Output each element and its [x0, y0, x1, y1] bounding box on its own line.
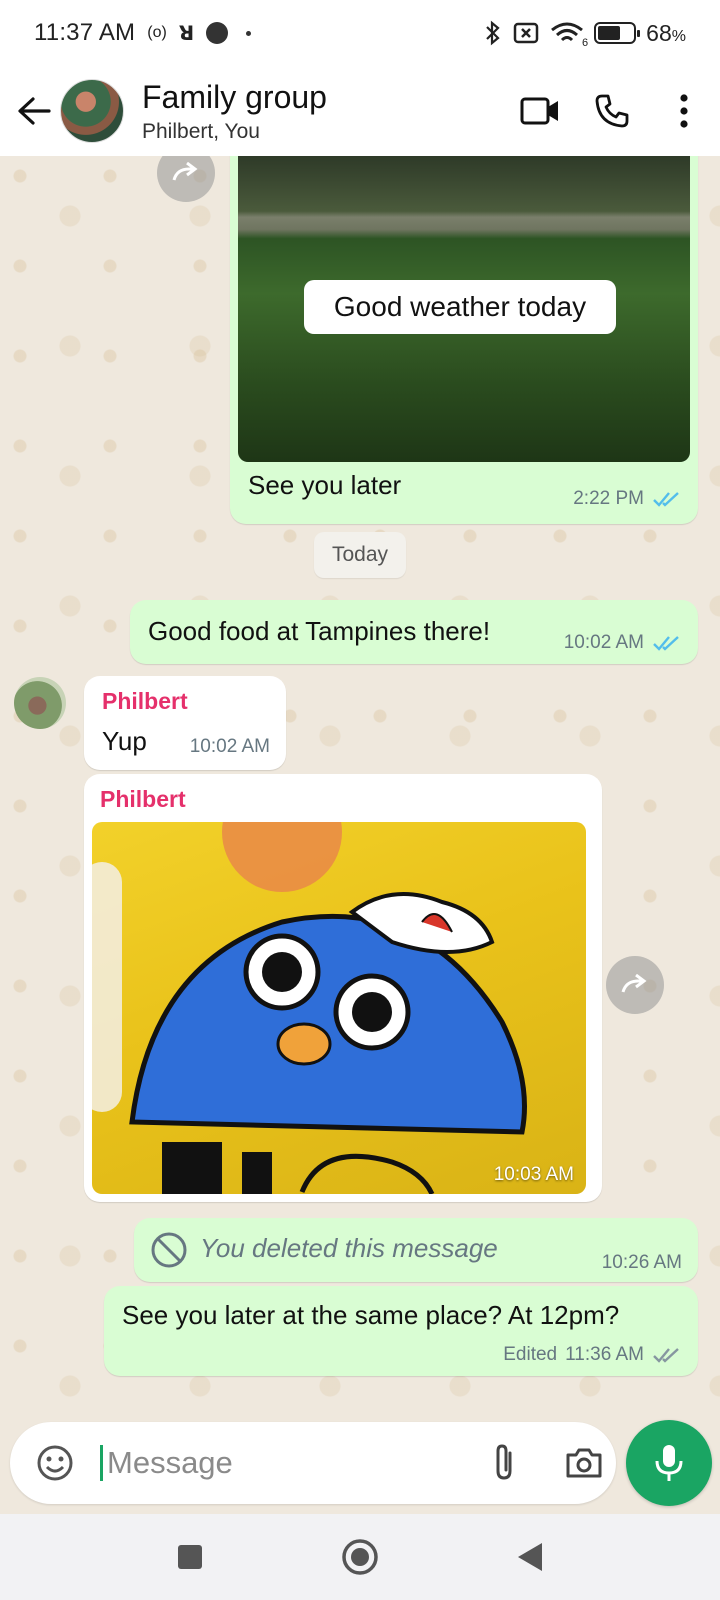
forward-icon [172, 162, 198, 181]
composer-bar [0, 1414, 720, 1514]
no-sim-icon [513, 22, 539, 44]
recents-button[interactable] [160, 1527, 220, 1587]
message-input-box[interactable] [10, 1422, 616, 1504]
battery-percent: 68% [646, 20, 686, 47]
more-vertical-icon [680, 94, 688, 128]
message-bubble-outgoing[interactable]: Good weather today See you later 2:22 PM [230, 156, 698, 524]
read-ticks-icon [653, 492, 679, 507]
back-arrow-icon [18, 97, 51, 125]
delivered-ticks-icon [653, 1348, 679, 1363]
chat-title: Family group [142, 78, 327, 115]
deleted-icon [151, 1232, 187, 1268]
record-dot-icon [206, 22, 229, 44]
group-avatar[interactable] [60, 79, 124, 143]
message-text: Good food at Tampines there! [148, 616, 491, 646]
video-call-button[interactable] [504, 75, 576, 147]
small-dot-icon [246, 30, 252, 36]
message-bubble-outgoing[interactable]: You deleted this message 10:26 AM [134, 1218, 698, 1282]
chat-title-block[interactable]: Family group Philbert, You [142, 79, 327, 144]
emoji-button[interactable] [30, 1438, 80, 1488]
message-bubble-outgoing[interactable]: See you later at the same place? At 12pm… [104, 1286, 698, 1376]
camera-button[interactable] [554, 1433, 614, 1493]
more-options-button[interactable] [648, 75, 720, 147]
phone-icon [595, 94, 629, 128]
cartoon-sticker-image [92, 822, 527, 1194]
wifi-label: 6 [582, 37, 589, 49]
message-time: 2:22 PM [573, 488, 644, 509]
message-meta: 2:22 PM [573, 488, 682, 510]
read-ticks-icon [653, 636, 679, 651]
chat-area[interactable]: Good weather today See you later 2:22 PM… [0, 156, 720, 1414]
sender-name: Philbert [100, 786, 186, 812]
edited-label: Edited [503, 1344, 558, 1365]
forward-icon [621, 974, 647, 993]
home-circle-icon [342, 1539, 378, 1575]
attach-icon [496, 1444, 512, 1480]
chat-subtitle: Philbert, You [142, 119, 260, 143]
system-nav-bar [0, 1514, 720, 1600]
status-bar: 11:37 AM (o) ꓤ 6 68% [0, 0, 720, 66]
home-button[interactable] [330, 1527, 390, 1587]
bluetooth-icon [486, 20, 500, 46]
back-nav-button[interactable] [500, 1527, 560, 1587]
recents-square-icon [178, 1545, 202, 1569]
message-time: 10:26 AM [601, 1252, 682, 1273]
emoji-icon [37, 1445, 73, 1481]
message-text: Yup [102, 726, 147, 756]
battery-unit: % [671, 27, 686, 45]
message-bubble-outgoing[interactable]: Good food at Tampines there! 10:02 AM [130, 600, 698, 664]
network-icon: ꓤ [178, 22, 195, 45]
voice-message-button[interactable] [626, 1420, 712, 1506]
message-text: See you later at the same place? At 12pm… [122, 1300, 620, 1330]
back-button[interactable] [4, 81, 64, 141]
image-caption: Good weather today [304, 280, 616, 334]
message-time: 10:02 AM [189, 736, 270, 757]
date-separator: Today [314, 532, 406, 578]
message-image[interactable]: Good weather today [238, 156, 690, 462]
video-call-icon [520, 97, 558, 125]
message-meta: 10:02 AM [564, 632, 682, 654]
message-image[interactable]: 10:03 AM [92, 822, 586, 1194]
voice-call-button[interactable] [576, 75, 648, 147]
message-bubble-incoming[interactable]: Philbert 10:03 AM [84, 774, 602, 1202]
message-text: See you later [248, 470, 402, 500]
message-time: 10:03 AM [493, 1164, 574, 1185]
message-meta: 10:02 AM [190, 736, 270, 758]
message-bubble-incoming[interactable]: Philbert Yup 10:02 AM [84, 676, 286, 770]
message-meta: Edited 11:36 AM [503, 1344, 682, 1366]
radio-signal-icon: (o) [147, 24, 167, 41]
wifi-6-icon: 6 [550, 21, 588, 49]
message-input[interactable] [100, 1445, 460, 1481]
status-time: 11:37 AM [34, 19, 136, 46]
sender-avatar[interactable] [14, 677, 66, 729]
message-time: 10:02 AM [563, 632, 644, 653]
back-triangle-icon [518, 1543, 542, 1571]
battery-icon [594, 22, 641, 44]
chat-header: Family group Philbert, You [0, 66, 720, 156]
message-meta: 10:26 AM [602, 1252, 682, 1274]
mic-icon [655, 1445, 683, 1481]
battery-value: 68 [646, 19, 672, 46]
camera-icon [566, 1448, 602, 1478]
message-meta: 10:03 AM [494, 1164, 574, 1186]
forward-button[interactable] [157, 156, 215, 202]
sender-name: Philbert [102, 688, 188, 714]
deleted-message-text: You deleted this message [200, 1233, 498, 1263]
forward-button[interactable] [606, 956, 664, 1014]
attach-button[interactable] [474, 1433, 534, 1493]
message-time: 11:36 AM [565, 1344, 644, 1365]
